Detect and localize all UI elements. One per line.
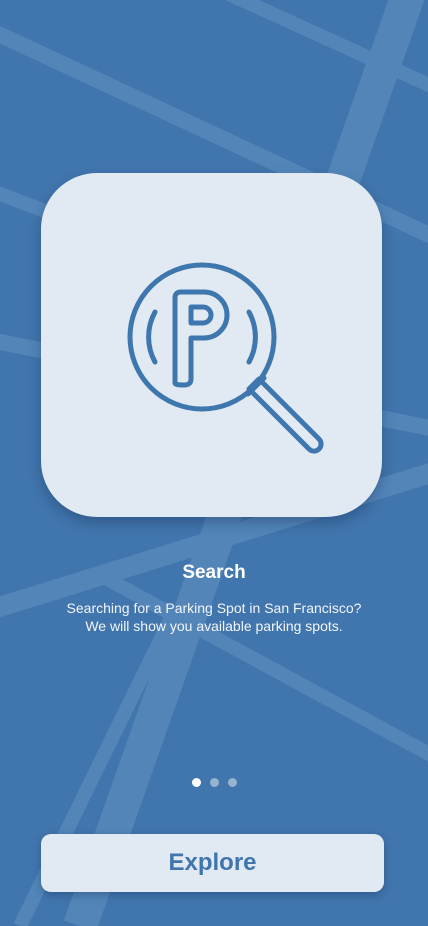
onboarding-illustration-card	[41, 173, 382, 517]
explore-button[interactable]: Explore	[41, 834, 384, 892]
page-dot-3[interactable]	[227, 778, 237, 787]
onboarding-title: Search	[182, 562, 246, 583]
page-dot-1[interactable]	[191, 778, 201, 787]
page-indicator	[0, 778, 428, 788]
onboarding-description-line1: Searching for a Parking Spot in San Fran…	[66, 600, 362, 616]
onboarding-description-line2: We will show you available parking spots…	[85, 618, 343, 634]
page-dot-2[interactable]	[209, 778, 219, 787]
parking-search-icon	[127, 262, 324, 454]
